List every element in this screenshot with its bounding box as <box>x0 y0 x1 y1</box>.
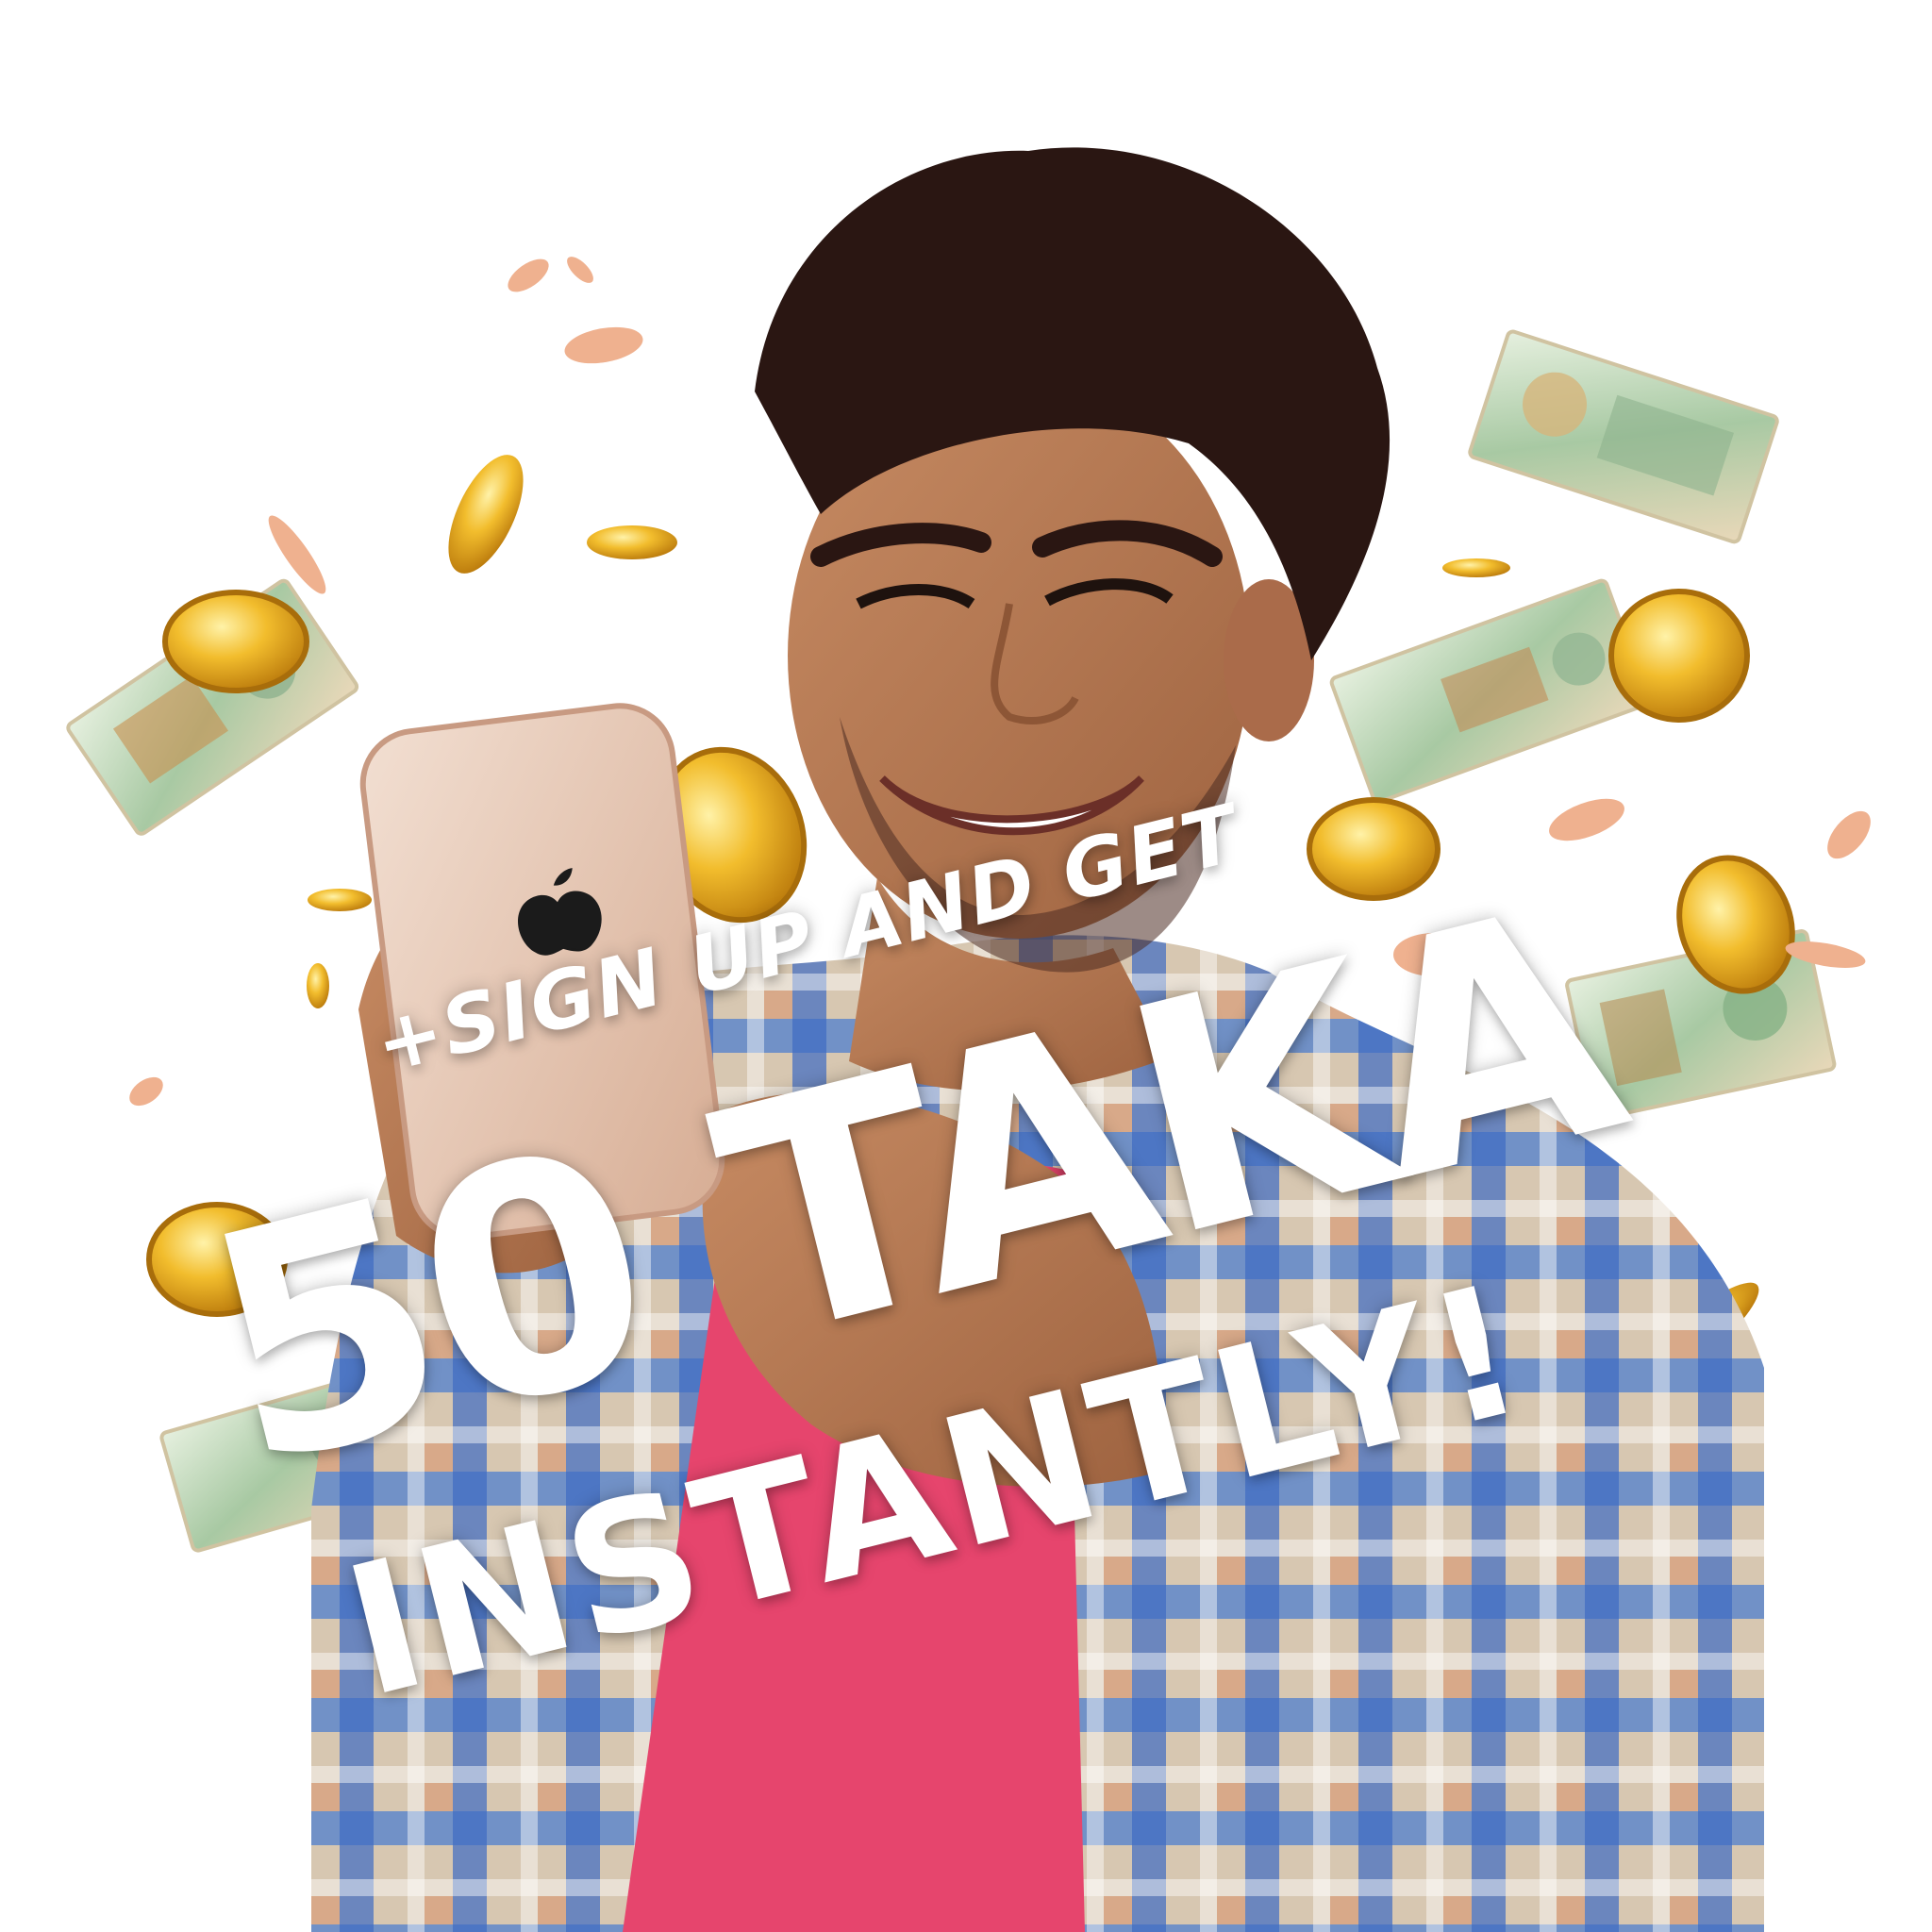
banknote-graphic <box>1329 578 1651 804</box>
promo-banner: +SIGN UP AND GET 50 TAKA INSTANTLY! <box>0 0 1932 1932</box>
promo-illustration <box>66 147 1871 1932</box>
banknote-graphic <box>1468 329 1779 544</box>
smartphone-graphic <box>359 703 725 1241</box>
